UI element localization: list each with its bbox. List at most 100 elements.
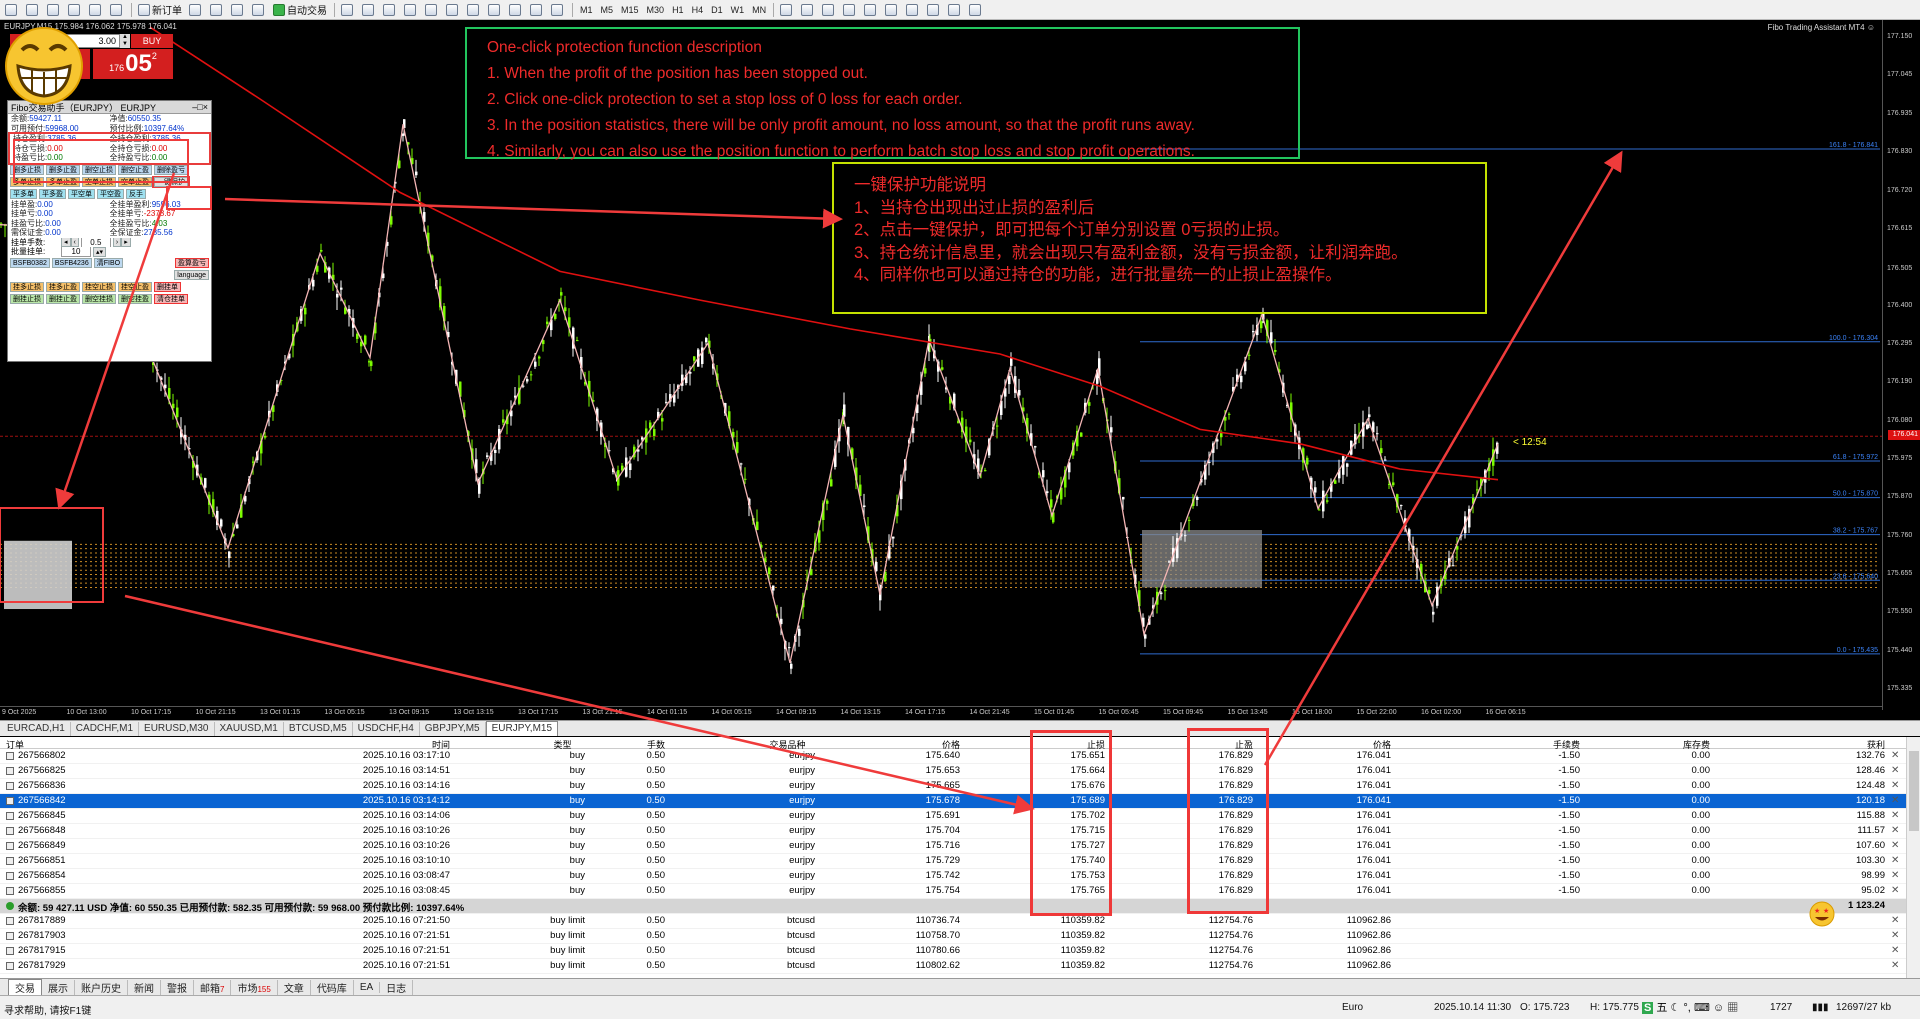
close-order-icon[interactable]: ✕ <box>1891 765 1901 776</box>
table-row[interactable]: 267566848 2025.10.16 03:10:26 buy 0.50 eurjp… <box>0 824 1920 839</box>
time-axis[interactable]: 9 Oct 2025 10 Oct 13:00 10 Oct 17:15 10 Oct… <box>0 706 1882 720</box>
lot-stepper[interactable]: ▲ ▼ <box>120 34 130 48</box>
panel-button[interactable]: 清FIBO <box>93 257 124 268</box>
terminal-tab[interactable]: EA <box>354 981 381 993</box>
timeframe-h1[interactable]: H1 <box>668 5 688 15</box>
table-row[interactable]: 267817903 2025.10.16 07:21:51 buy limit 0.5… <box>0 929 1920 944</box>
horizontal-line-icon[interactable] <box>840 2 860 18</box>
chart-tab[interactable]: XAUUSD,M1 <box>215 722 284 736</box>
tile-icon[interactable] <box>443 2 463 18</box>
scrollbar-thumb[interactable] <box>1909 751 1919 831</box>
terminal-tab[interactable]: 警报 <box>161 979 194 995</box>
panel-button[interactable]: 删空挂损 <box>82 293 116 304</box>
panel-button[interactable]: 挂空止盈 <box>118 281 152 292</box>
close-order-icon[interactable]: ✕ <box>1891 840 1901 851</box>
timeframe-d1[interactable]: D1 <box>707 5 727 15</box>
panel-button[interactable]: 删除盈亏 <box>154 164 188 175</box>
chart-tab[interactable]: CADCHF,M1 <box>71 722 140 736</box>
new-chart-icon[interactable] <box>2 2 22 18</box>
table-row[interactable]: 267566836 2025.10.16 03:14:16 buy 0.50 eurjp… <box>0 779 1920 794</box>
terminal-icon[interactable] <box>86 2 106 18</box>
timeframe-m30[interactable]: M30 <box>643 5 669 15</box>
panel-button[interactable]: 挂多止盈 <box>46 281 80 292</box>
navigator-icon[interactable] <box>65 2 85 18</box>
terminal-tab[interactable]: 代码库 <box>311 979 354 995</box>
table-row[interactable]: 267566842 2025.10.16 03:14:12 buy 0.50 eurjp… <box>0 794 1920 809</box>
buy-button[interactable]: BUY <box>131 34 173 48</box>
indicators-icon[interactable] <box>506 2 526 18</box>
close-order-icon[interactable]: ✕ <box>1891 945 1901 956</box>
panel-button[interactable]: 删挂单 <box>154 281 181 292</box>
ime-mode[interactable]: 五 <box>1656 1002 1667 1014</box>
zoom-in-icon[interactable] <box>401 2 421 18</box>
periods-icon[interactable] <box>527 2 547 18</box>
table-row[interactable]: 267817915 2025.10.16 07:21:51 buy limit 0.5… <box>0 944 1920 959</box>
terminal-tab[interactable]: 新闻 <box>128 979 161 995</box>
timeframe-m15[interactable]: M15 <box>617 5 643 15</box>
panel-button[interactable]: 删挂止盈 <box>46 293 80 304</box>
table-row[interactable]: 267566851 2025.10.16 03:10:10 buy 0.50 eurjp… <box>0 854 1920 869</box>
panel-button[interactable]: 平空盈 <box>97 188 124 199</box>
table-row[interactable]: 267817889 2025.10.16 07:21:50 buy limit 0.5… <box>0 914 1920 929</box>
chart-tab[interactable]: USDCHF,H4 <box>353 722 420 736</box>
autoscroll-icon[interactable] <box>464 2 484 18</box>
table-row[interactable]: 267817929 2025.10.16 07:21:51 buy limit 0.5… <box>0 959 1920 974</box>
panel-button[interactable]: 空单止损 <box>82 176 116 187</box>
close-order-icon[interactable]: ✕ <box>1891 870 1901 881</box>
sogou-icon[interactable]: S <box>1642 1002 1654 1014</box>
fibonacci-icon[interactable] <box>903 2 923 18</box>
panel-button[interactable]: 删多止损 <box>10 164 44 175</box>
panel-button[interactable]: 反手 <box>126 188 146 199</box>
panel-button[interactable]: 删空止损 <box>82 164 116 175</box>
panel-button[interactable]: 空单止盈 <box>118 176 152 187</box>
timeframe-w1[interactable]: W1 <box>727 5 749 15</box>
cursor-icon[interactable] <box>777 2 797 18</box>
trendline-icon[interactable] <box>861 2 881 18</box>
terminal-tab[interactable]: 展示 <box>42 979 75 995</box>
close-order-icon[interactable]: ✕ <box>1891 960 1901 971</box>
market-watch-icon[interactable] <box>44 2 64 18</box>
panel-button[interactable]: 删多止盈 <box>46 164 80 175</box>
close-order-icon[interactable]: ✕ <box>1891 780 1901 791</box>
user-icon[interactable]: ☺ <box>1713 1002 1724 1014</box>
panel-button[interactable]: 删挂止损 <box>10 293 44 304</box>
terminal-scrollbar[interactable] <box>1906 737 1920 978</box>
panel-button[interactable]: BSFB4236 <box>51 257 92 268</box>
panel-button[interactable]: 多单止损 <box>10 176 44 187</box>
chart-tab[interactable]: EURJPY,M15 <box>485 721 559 736</box>
panel-button[interactable]: 删空止盈 <box>118 164 152 175</box>
panel-button[interactable]: 平多单 <box>10 188 37 199</box>
lot-minus-small-button[interactable]: ‹ <box>70 237 79 247</box>
new-order-button[interactable]: 新订单 <box>135 2 185 18</box>
close-order-icon[interactable]: ✕ <box>1891 915 1901 926</box>
panel-button[interactable]: 多单止盈 <box>46 176 80 187</box>
table-row[interactable]: 267566855 2025.10.16 03:08:45 buy 0.50 eurjp… <box>0 884 1920 899</box>
terminal-tab[interactable]: 交易 <box>8 978 42 996</box>
lot-minus-button[interactable]: ◂ <box>61 237 71 247</box>
terminal-tab[interactable]: 文章 <box>278 979 311 995</box>
panel-button[interactable]: 平空单 <box>68 188 95 199</box>
lot-plus-button[interactable]: ▸ <box>121 237 131 247</box>
signals-icon[interactable] <box>228 2 248 18</box>
chart-tab[interactable]: EURCAD,H1 <box>2 722 71 736</box>
text-icon[interactable] <box>924 2 944 18</box>
tester-icon[interactable] <box>107 2 127 18</box>
batch-count-value[interactable]: 10 <box>61 247 91 257</box>
templates-icon[interactable] <box>548 2 568 18</box>
close-order-icon[interactable]: ✕ <box>1891 930 1901 941</box>
metaeditor-icon[interactable] <box>186 2 206 18</box>
terminal-tab[interactable]: 市场155 <box>231 979 278 995</box>
timeframe-mn[interactable]: MN <box>748 5 770 15</box>
buy-price-button[interactable]: 176 05 2 <box>93 49 173 79</box>
timeframe-m1[interactable]: M1 <box>576 5 597 15</box>
table-row[interactable]: 267566854 2025.10.16 03:08:47 buy 0.50 eurjp… <box>0 869 1920 884</box>
count-stepper[interactable]: ▴▾ <box>93 247 107 257</box>
vertical-line-icon[interactable] <box>819 2 839 18</box>
ime-toolbar[interactable]: S 五 ☾ °, ⌨ ☺ ▦ <box>1642 999 1738 1015</box>
vps-icon[interactable] <box>249 2 269 18</box>
panel-button[interactable]: 平多盈 <box>39 188 66 199</box>
panel-button[interactable]: BSFB0382 <box>10 257 50 268</box>
terminal-tab[interactable]: 日志 <box>380 979 414 995</box>
channel-icon[interactable] <box>882 2 902 18</box>
chart-tab[interactable]: BTCUSD,M5 <box>284 722 353 736</box>
